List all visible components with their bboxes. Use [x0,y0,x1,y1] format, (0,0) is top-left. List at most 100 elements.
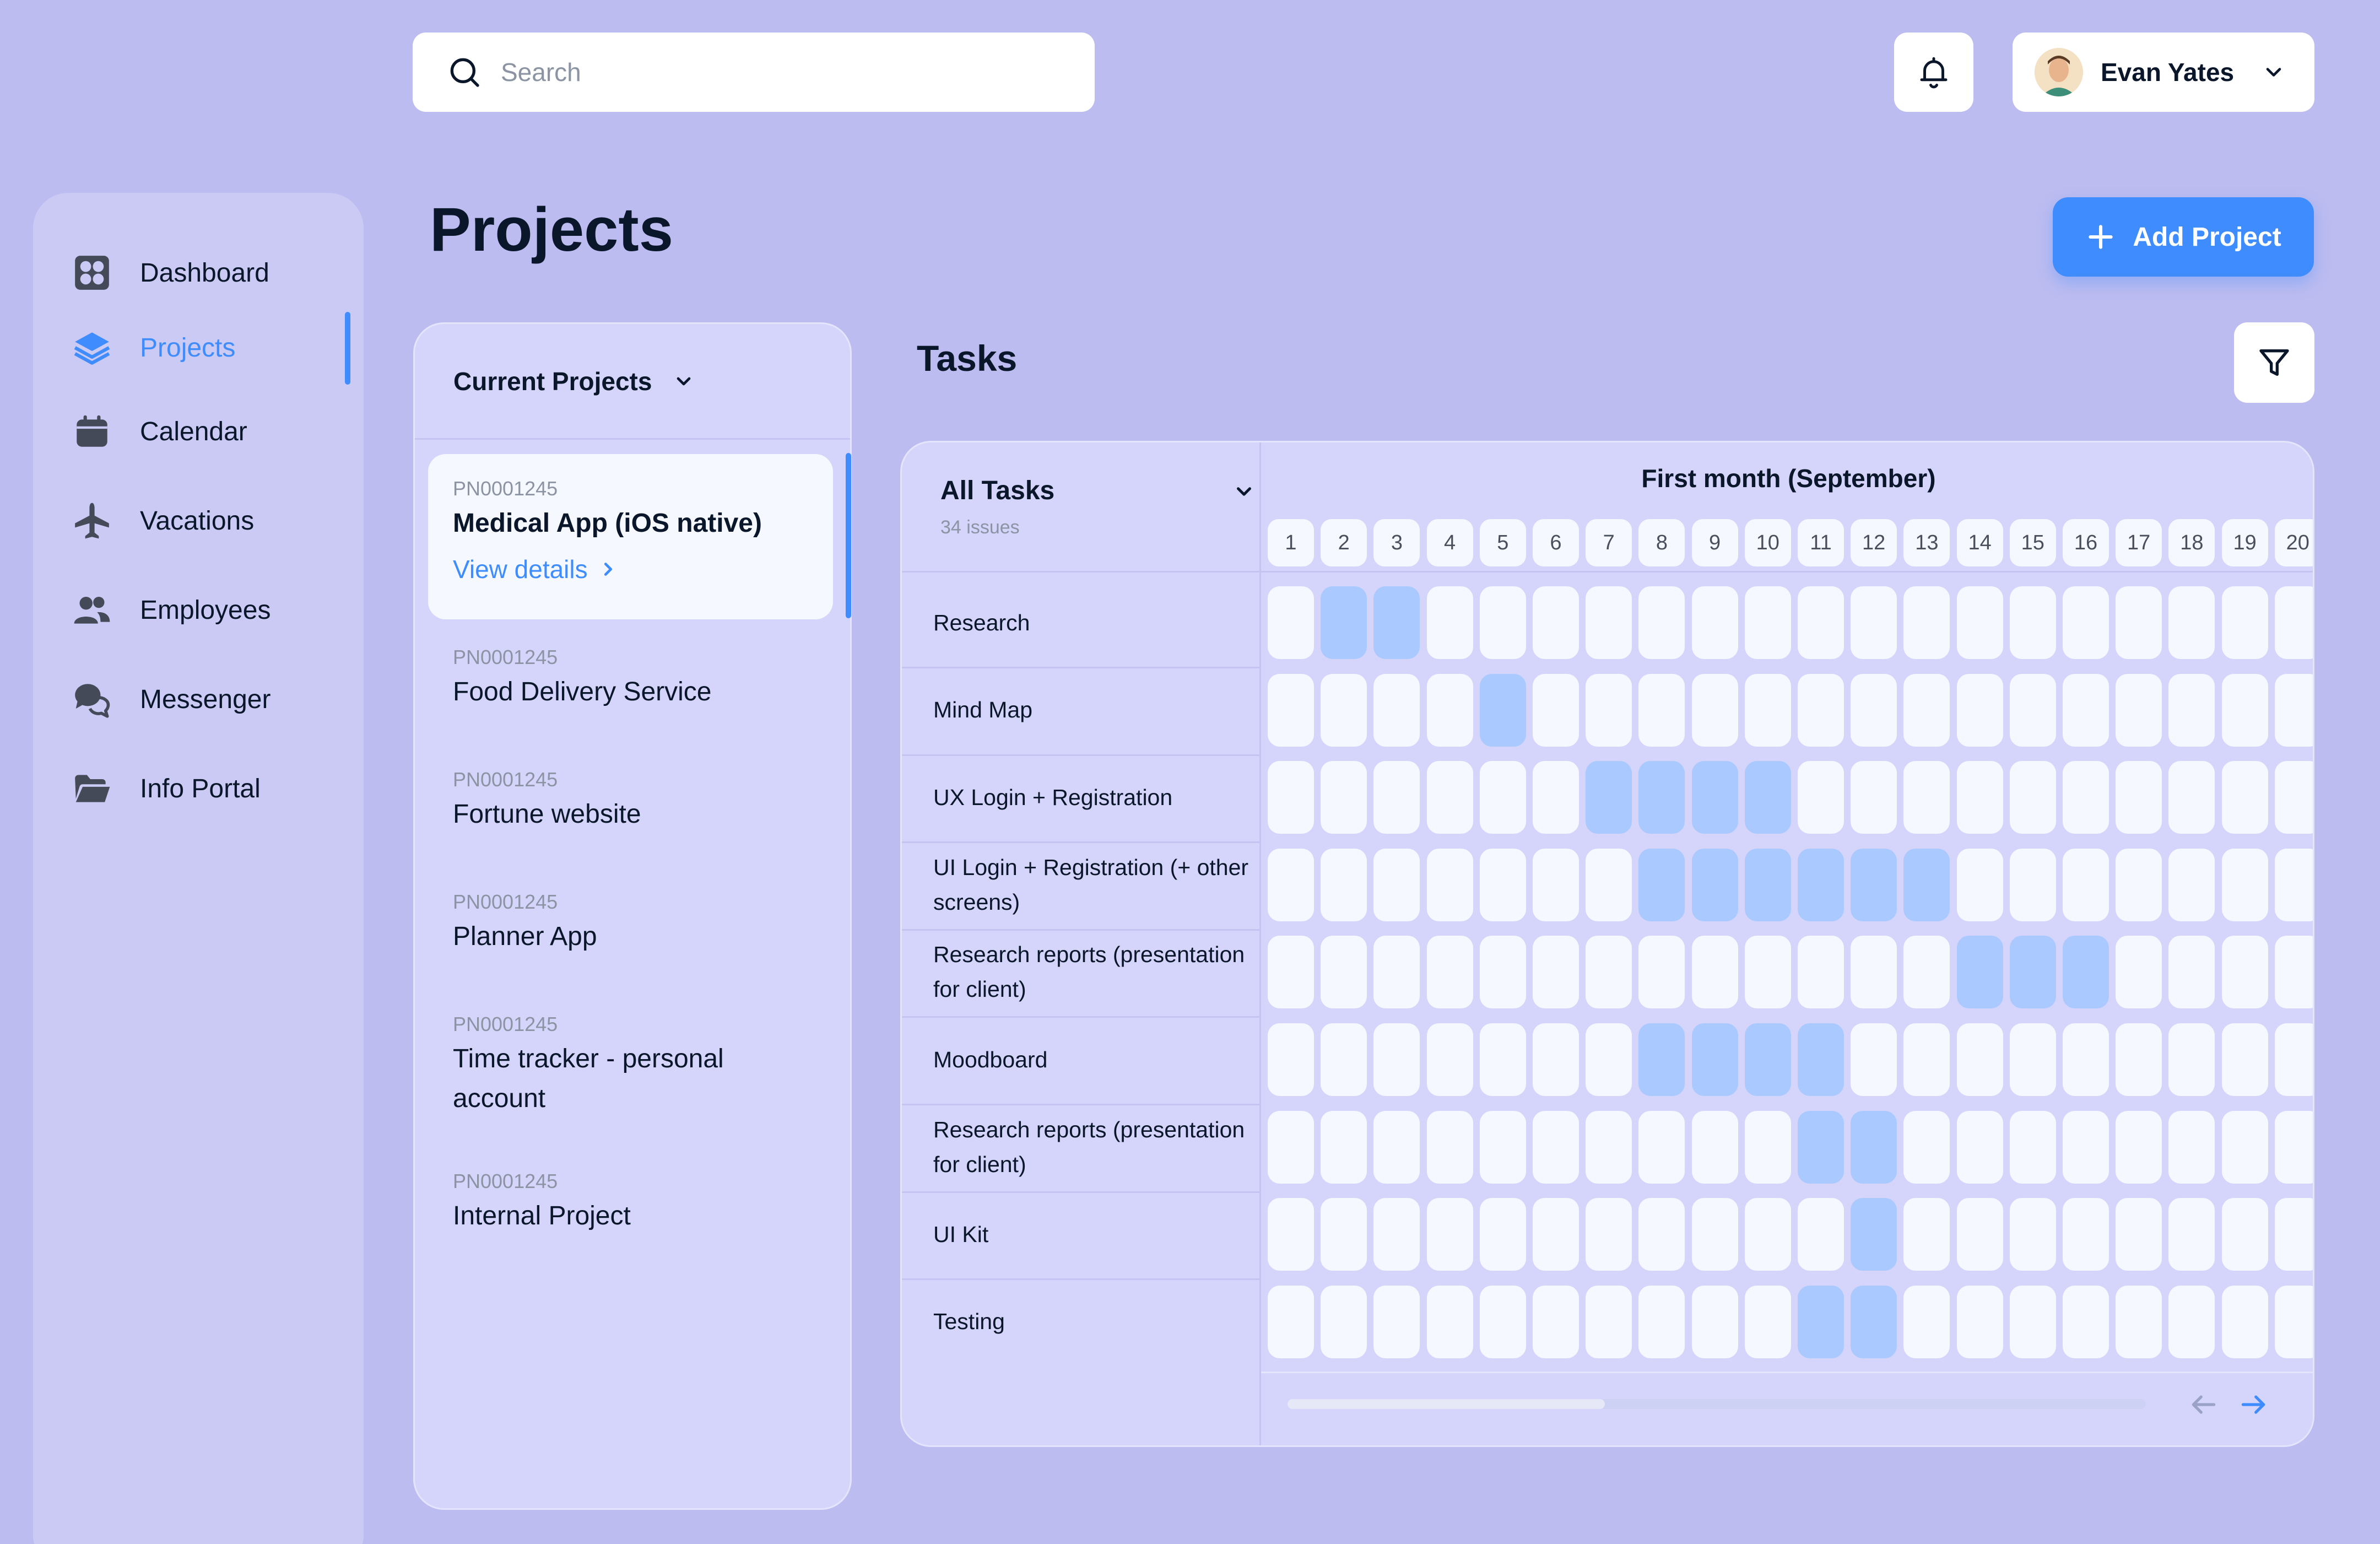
task-cell[interactable] [1373,761,1420,834]
add-project-button[interactable]: Add Project [2053,197,2314,277]
task-cell[interactable] [1691,586,1738,659]
task-cell-active[interactable] [1851,1198,1897,1271]
task-cell[interactable] [1479,936,1526,1009]
sidebar-item-projects[interactable]: Projects [46,312,363,384]
task-cell[interactable] [2221,1198,2268,1271]
task-cell[interactable] [1744,1285,1791,1358]
task-cell[interactable] [1373,1023,1420,1096]
task-cell[interactable] [1479,1023,1526,1096]
task-cell[interactable] [2221,761,2268,834]
task-cell[interactable] [1638,673,1685,747]
task-cell-active[interactable] [1744,1023,1791,1096]
task-cell[interactable] [1851,1023,1897,1096]
task-cell[interactable] [1533,936,1579,1009]
projects-scrollbar[interactable] [846,453,851,618]
task-cell[interactable] [1533,761,1579,834]
task-cell[interactable] [1956,1023,2003,1096]
task-cell[interactable] [1903,1023,1950,1096]
task-cell[interactable] [1798,936,1844,1009]
task-cell[interactable] [2063,1285,2109,1358]
task-cell[interactable] [1321,936,1367,1009]
task-cell-active[interactable] [1851,848,1897,921]
task-cell[interactable] [1586,673,1632,747]
task-cell[interactable] [2168,1198,2215,1271]
task-cell[interactable] [2274,673,2313,747]
task-cell[interactable] [2009,1285,2056,1358]
task-cell[interactable] [2116,1110,2162,1184]
task-cell[interactable] [1479,586,1526,659]
arrow-right-icon[interactable] [2238,1389,2269,1420]
task-cell[interactable] [1533,848,1579,921]
task-cell[interactable] [1426,586,1473,659]
task-cell[interactable] [1586,848,1632,921]
sidebar-item-employees[interactable]: Employees [46,574,363,646]
task-cell[interactable] [2116,673,2162,747]
task-cell-active[interactable] [2063,936,2109,1009]
task-cell-active[interactable] [1586,761,1632,834]
task-cell[interactable] [1321,761,1367,834]
task-cell[interactable] [2116,1198,2162,1271]
task-cell[interactable] [2116,586,2162,659]
task-cell[interactable] [1268,1285,1314,1358]
task-cell[interactable] [1533,1110,1579,1184]
task-cell-active[interactable] [1321,586,1367,659]
task-cell[interactable] [1586,1110,1632,1184]
task-cell[interactable] [1426,1285,1473,1358]
task-cell-active[interactable] [1798,1285,1844,1358]
task-cell[interactable] [2063,1023,2109,1096]
task-cell[interactable] [1903,586,1950,659]
task-cell[interactable] [2009,586,2056,659]
task-cell[interactable] [1691,936,1738,1009]
scrollbar-thumb[interactable] [1288,1399,1605,1409]
task-cell[interactable] [2063,761,2109,834]
task-cell[interactable] [1903,936,1950,1009]
task-cell[interactable] [2221,1110,2268,1184]
task-cell[interactable] [1373,936,1420,1009]
task-cell[interactable] [1638,936,1685,1009]
task-cell[interactable] [1851,673,1897,747]
task-cell[interactable] [2063,586,2109,659]
task-cell[interactable] [1851,761,1897,834]
task-cell[interactable] [1956,1285,2003,1358]
task-cell[interactable] [2116,761,2162,834]
task-cell[interactable] [2221,1023,2268,1096]
sidebar-item-info-portal[interactable]: Info Portal [46,753,363,824]
task-cell-active[interactable] [1638,1023,1685,1096]
task-cell-active[interactable] [1851,1110,1897,1184]
task-cell[interactable] [1268,1110,1314,1184]
task-cell[interactable] [1956,586,2003,659]
task-cell-active[interactable] [1479,673,1526,747]
task-cell-active[interactable] [1691,761,1738,834]
task-cell[interactable] [2116,1285,2162,1358]
task-cell[interactable] [2009,1110,2056,1184]
task-cell[interactable] [1798,1198,1844,1271]
task-cell[interactable] [1373,673,1420,747]
task-cell[interactable] [1426,848,1473,921]
task-cell[interactable] [1798,673,1844,747]
task-cell[interactable] [1373,1198,1420,1271]
task-cell[interactable] [2274,761,2313,834]
task-cell[interactable] [2221,848,2268,921]
task-cell[interactable] [1268,936,1314,1009]
task-cell[interactable] [2116,1023,2162,1096]
task-cell[interactable] [2168,936,2215,1009]
task-cell[interactable] [1268,586,1314,659]
task-cell[interactable] [2063,1110,2109,1184]
task-cell[interactable] [1586,1198,1632,1271]
task-cell[interactable] [2274,1285,2313,1358]
task-cell[interactable] [1744,936,1791,1009]
task-cell[interactable] [1744,586,1791,659]
task-cell[interactable] [1691,1110,1738,1184]
task-cell[interactable] [2063,673,2109,747]
task-cell[interactable] [1586,586,1632,659]
task-cell[interactable] [1533,1285,1579,1358]
task-cell[interactable] [1691,673,1738,747]
task-cell[interactable] [1479,761,1526,834]
task-cell[interactable] [1903,673,1950,747]
task-cell-active[interactable] [1903,848,1950,921]
task-cell[interactable] [2009,761,2056,834]
sidebar-item-calendar[interactable]: Calendar [46,396,363,467]
notifications-button[interactable] [1894,33,1973,112]
task-cell[interactable] [2221,936,2268,1009]
task-cell[interactable] [1691,1285,1738,1358]
